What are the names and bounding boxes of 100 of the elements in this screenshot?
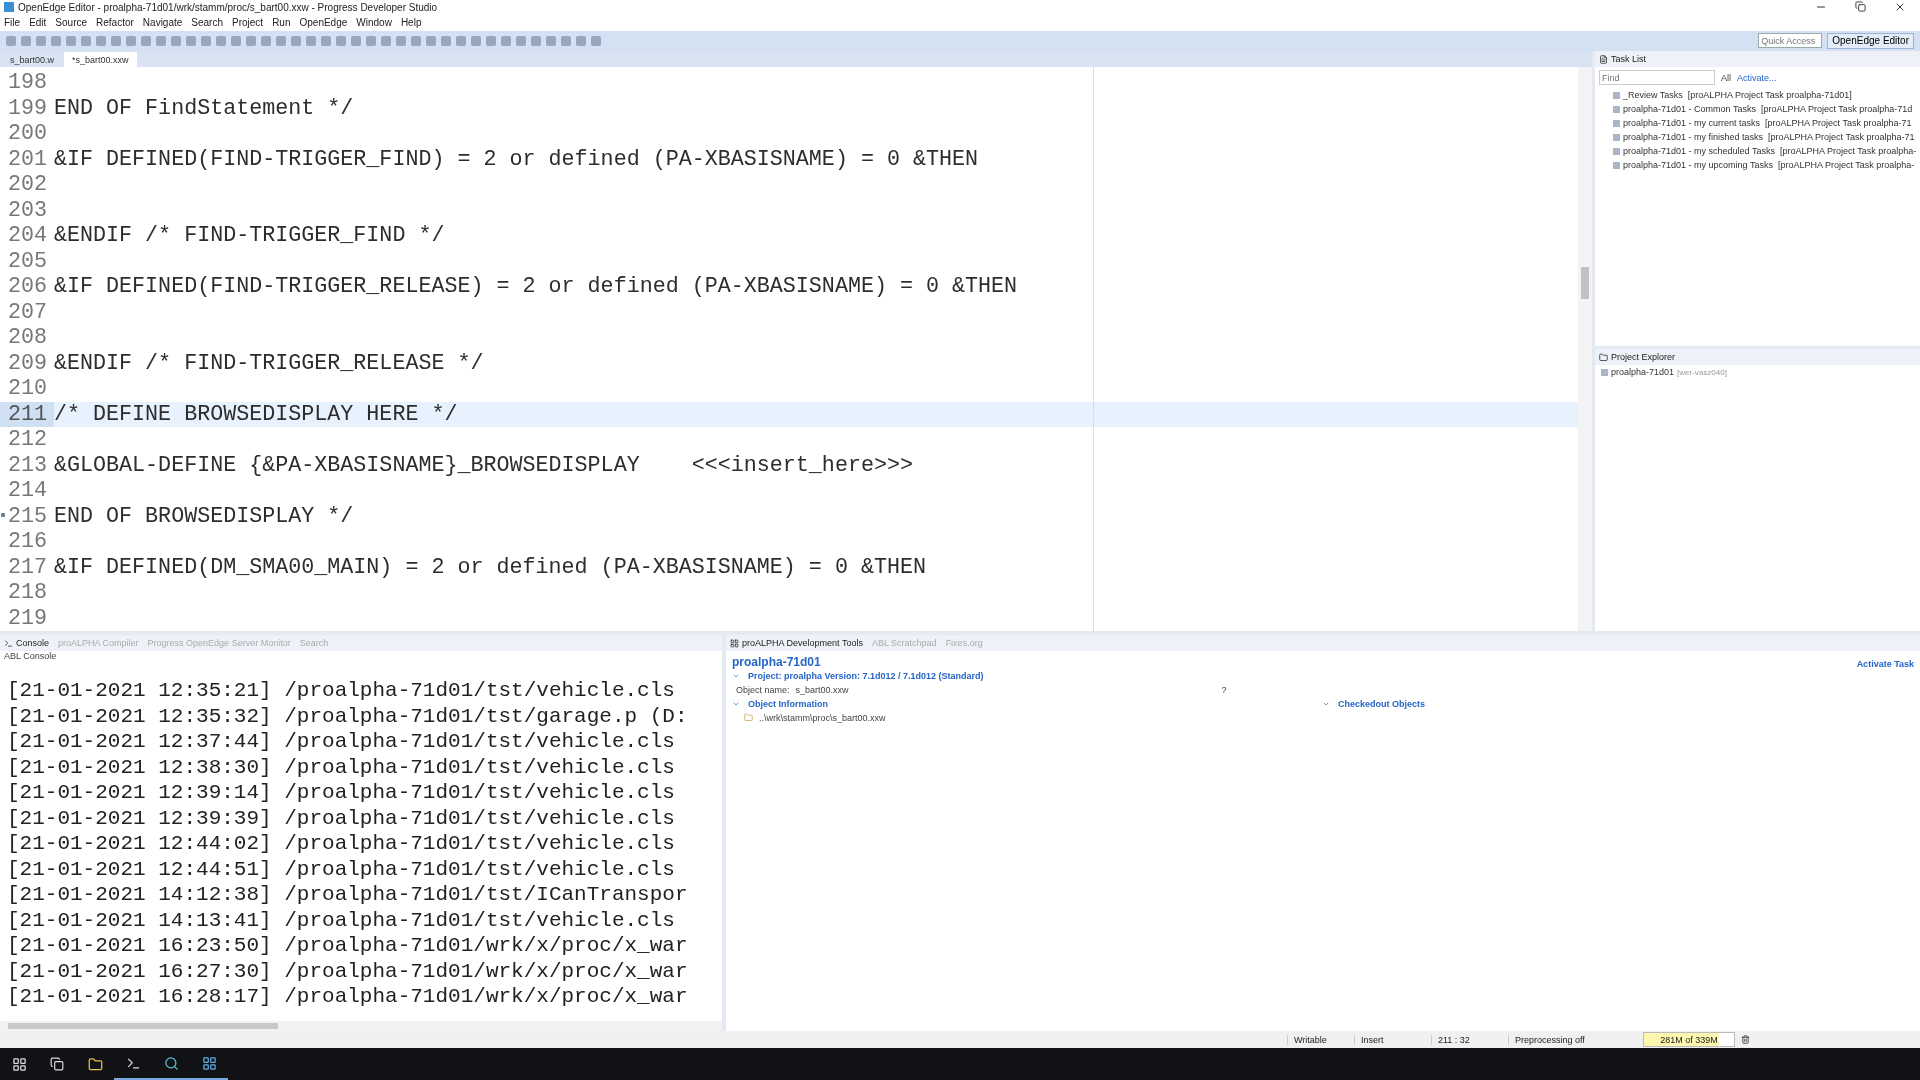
line-number: 199 <box>7 95 49 121</box>
toolbar-icon[interactable] <box>231 35 241 46</box>
line-number: 203 <box>7 197 49 223</box>
toolbar-icon[interactable] <box>66 35 76 46</box>
toolbar-icon[interactable] <box>531 35 541 46</box>
line-number: 201 <box>7 146 49 172</box>
console-line: [21-01-2021 14:13:41] /proalpha-71d01/tst/vehicle.cls <box>7 908 676 934</box>
menu-item[interactable]: Navigate <box>142 17 183 29</box>
activate-task-link[interactable]: Activate Task <box>1856 659 1914 670</box>
panel-tab[interactable]: Console <box>16 638 50 649</box>
quick-access-field[interactable]: Quick Access <box>1758 33 1823 49</box>
toolbar-icon[interactable] <box>246 35 256 46</box>
task-item[interactable]: proalpha-71d01 - Common Tasks [proALPHA Project Task proalpha-71d <box>1623 104 1913 115</box>
help-mark: ? <box>1221 685 1227 696</box>
toolbar-icon[interactable] <box>141 35 151 46</box>
toolbar-icon[interactable] <box>201 35 211 46</box>
line-number: 216 <box>7 529 49 555</box>
toolbar-icon[interactable] <box>36 35 46 46</box>
toolbar-icon[interactable] <box>546 35 556 46</box>
toolbar-icon[interactable] <box>381 35 391 46</box>
cursor-position: 211 : 32 <box>1431 1034 1508 1045</box>
toolbar-icon[interactable] <box>426 35 436 46</box>
field-label: Object name: <box>736 685 790 696</box>
scrollbar[interactable] <box>0 1021 722 1032</box>
menu-item[interactable]: File <box>4 17 21 29</box>
toolbar-icon[interactable] <box>336 35 346 46</box>
project-icon <box>1601 368 1608 376</box>
perspective-button[interactable]: OpenEdge Editor <box>1827 32 1914 49</box>
restore-icon[interactable] <box>1855 1 1866 13</box>
toolbar-icon[interactable] <box>216 35 226 46</box>
code-text: &GLOBAL-DEFINE {&PA-XBASISNAME}_BROWSEDISPLAY <<<insert_here>>> <box>54 452 913 478</box>
toolbar-icon[interactable] <box>366 35 376 46</box>
toolbar-icon[interactable] <box>6 35 16 46</box>
menu-item[interactable]: Edit <box>29 17 47 29</box>
toolbar-icon[interactable] <box>156 35 166 46</box>
toolbar-icon[interactable] <box>261 35 271 46</box>
task-item[interactable]: _Review Tasks [proALPHA Project Task proalpha-71d01] <box>1623 90 1852 101</box>
menu-item[interactable]: Window <box>356 17 392 29</box>
line-number: 208 <box>7 325 49 351</box>
line-number: 198 <box>7 70 49 96</box>
tree-node[interactable]: proalpha-71d01 <box>1611 367 1675 378</box>
toolbar-icon[interactable] <box>456 35 466 46</box>
line-number: 202 <box>7 172 49 198</box>
toolbar-icon[interactable] <box>126 35 136 46</box>
toolbar-icon[interactable] <box>96 35 106 46</box>
activate-link[interactable]: Activate... <box>1737 72 1777 83</box>
menu-item[interactable]: Refactor <box>96 17 134 29</box>
toolbar-icon[interactable] <box>441 35 451 46</box>
toolbar-icon[interactable] <box>486 35 496 46</box>
toolbar-icon[interactable] <box>186 35 196 46</box>
line-number: 212 <box>7 427 49 453</box>
menu-item[interactable]: Search <box>191 17 223 29</box>
task-item[interactable]: proalpha-71d01 - my current tasks [proALPHA Project Task proalpha-71 <box>1623 118 1912 129</box>
scrollbar[interactable] <box>1578 67 1592 632</box>
toolbar-icon[interactable] <box>411 35 421 46</box>
line-number: 218 <box>7 580 49 606</box>
project-heading[interactable]: proalpha-71d01 <box>732 655 821 670</box>
menu-item[interactable]: Project <box>232 17 264 29</box>
menu-item[interactable]: OpenEdge <box>299 17 348 29</box>
tree-item[interactable]: ..\wrk\stamm\proc\s_bart00.xxw <box>759 713 886 724</box>
toolbar-icon[interactable] <box>321 35 331 46</box>
editor-tab[interactable]: *s_bart00.xxw <box>64 52 137 68</box>
task-item[interactable]: proalpha-71d01 - my scheduled Tasks [proALPHA Project Task proalpha- <box>1623 146 1917 157</box>
console-line: [21-01-2021 12:37:44] /proalpha-71d01/tst/vehicle.cls <box>7 730 676 756</box>
console-subtitle: ABL Console <box>3 651 58 662</box>
toolbar-icon[interactable] <box>561 35 571 46</box>
status-text: Writable <box>1287 1034 1354 1045</box>
toolbar-icon[interactable] <box>471 35 481 46</box>
line-number: 206 <box>7 274 49 300</box>
code-text: /* DEFINE BROWSEDISPLAY HERE */ <box>54 401 458 427</box>
filter-link[interactable]: All <box>1721 72 1731 83</box>
status-text: Insert <box>1354 1034 1431 1045</box>
field-value: s_bart00.xxw <box>795 685 850 696</box>
menu-item[interactable]: Source <box>55 17 88 29</box>
menu-item[interactable]: Run <box>272 17 291 29</box>
toolbar-icon[interactable] <box>591 35 601 46</box>
toolbar-icon[interactable] <box>306 35 316 46</box>
panel-tab[interactable]: proALPHA Development Tools <box>742 638 863 649</box>
toolbar-icon[interactable] <box>291 35 301 46</box>
toolbar-icon[interactable] <box>51 35 61 46</box>
line-number: 209 <box>7 350 49 376</box>
toolbar-icon[interactable] <box>81 35 91 46</box>
toolbar-icon[interactable] <box>396 35 406 46</box>
toolbar-icon[interactable] <box>21 35 31 46</box>
project-note: [wer-vasz040] <box>1677 367 1727 377</box>
editor-tab[interactable]: s_bart00.w <box>2 52 63 68</box>
toolbar-icon[interactable] <box>516 35 526 46</box>
task-item[interactable]: proalpha-71d01 - my upcoming Tasks [proALPHA Project Task proalpha- <box>1623 160 1915 171</box>
toolbar-icon[interactable] <box>111 35 121 46</box>
panel-title: Project Explorer <box>1611 352 1676 363</box>
find-field[interactable]: Find <box>1599 70 1715 86</box>
toolbar-icon[interactable] <box>171 35 181 46</box>
toolbar-icon[interactable] <box>351 35 361 46</box>
toolbar-icon[interactable] <box>501 35 511 46</box>
task-item[interactable]: proalpha-71d01 - my finished tasks [proALPHA Project Task proalpha-71 <box>1623 132 1915 143</box>
task-list-icon <box>1599 54 1608 64</box>
toolbar-icon[interactable] <box>576 35 586 46</box>
toolbar-icon[interactable] <box>276 35 286 46</box>
line-number: 214 <box>7 478 49 504</box>
menu-item[interactable]: Help <box>400 17 422 29</box>
